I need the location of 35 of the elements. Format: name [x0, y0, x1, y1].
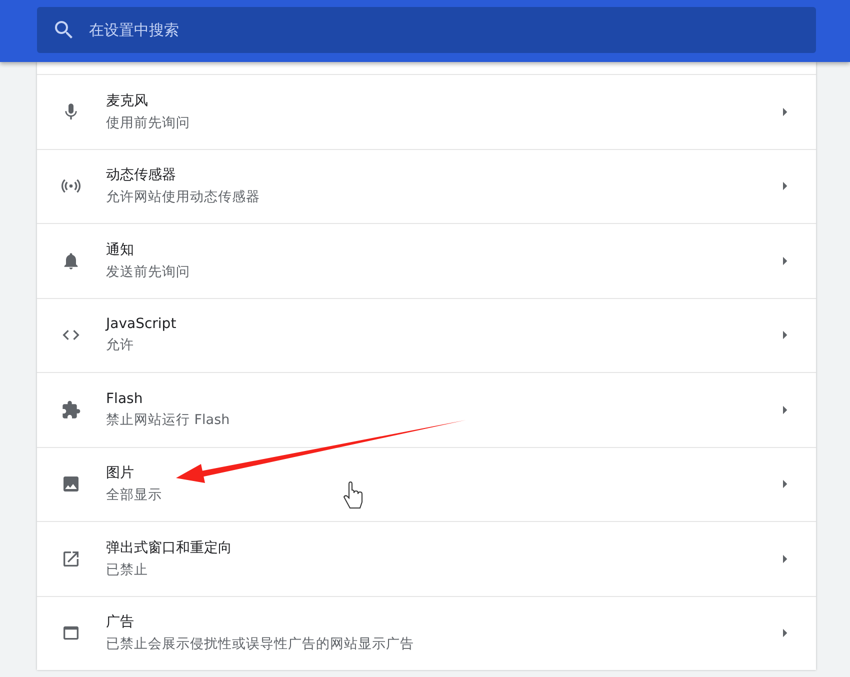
settings-row[interactable]: 动态传感器 允许网站使用动态传感器	[37, 148, 816, 223]
settings-row[interactable]: 麦克风 使用前先询问	[37, 74, 816, 148]
setting-description: 禁止网站运行 Flash	[106, 410, 230, 429]
chevron-right-icon	[783, 181, 788, 192]
setting-title: 广告	[106, 613, 134, 632]
setting-description: 已禁止会展示侵扰性或误导性广告的网站显示广告	[106, 635, 414, 654]
setting-description: 已禁止	[106, 560, 148, 579]
chevron-right-icon	[783, 628, 788, 638]
chevron-right-icon	[783, 554, 788, 564]
chevron-right-icon	[783, 404, 788, 415]
setting-title: 图片	[106, 464, 134, 482]
setting-description: 使用前先询问	[106, 114, 190, 132]
setting-title: 动态传感器	[106, 166, 176, 184]
open-in-new-icon	[61, 548, 81, 569]
chevron-right-icon	[783, 330, 788, 340]
setting-title: JavaScript	[106, 316, 176, 332]
setting-title: Flash	[106, 390, 143, 407]
setting-title: 弹出式窗口和重定向	[106, 538, 232, 557]
chevron-right-icon	[783, 256, 788, 266]
settings-row[interactable]: JavaScript 允许	[37, 298, 816, 372]
settings-row[interactable]: 广告 已禁止会展示侵扰性或误导性广告的网站显示广告	[37, 596, 816, 670]
chevron-right-icon	[783, 479, 788, 490]
chevron-right-icon	[783, 106, 788, 117]
hand-cursor-icon	[344, 482, 362, 508]
search-field[interactable]: 在设置中搜索	[37, 7, 816, 53]
settings-row[interactable]: 弹出式窗口和重定向 已禁止	[37, 521, 816, 596]
settings-row[interactable]: 通知 发送前先询问	[37, 223, 816, 298]
setting-description: 发送前先询问	[106, 262, 190, 281]
puzzle-icon	[61, 400, 81, 420]
setting-title: 通知	[106, 240, 134, 259]
setting-description: 全部显示	[106, 486, 162, 504]
setting-description: 允许网站使用动态传感器	[106, 188, 260, 206]
setting-description: 允许	[106, 336, 134, 354]
setting-title: 麦克风	[106, 92, 148, 110]
image-icon	[61, 474, 81, 494]
